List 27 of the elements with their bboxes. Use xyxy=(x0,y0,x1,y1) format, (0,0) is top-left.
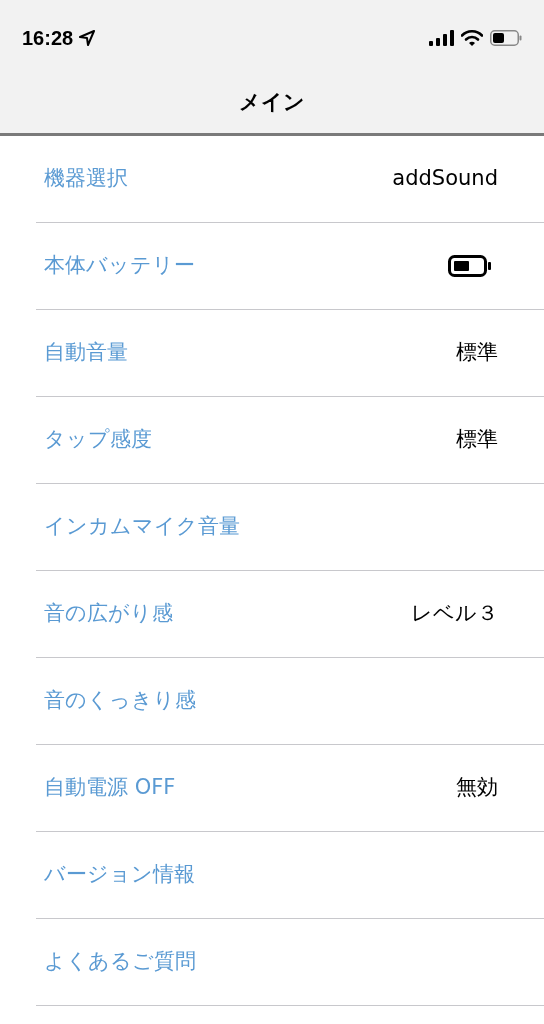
row-label: バージョン情報 xyxy=(44,861,195,889)
status-time: 16:28 xyxy=(22,26,74,51)
row-label: 音の広がり感 xyxy=(44,600,173,628)
row-label: 本体バッテリー xyxy=(44,252,195,280)
row-label: 自動電源 OFF xyxy=(44,774,176,802)
nav-title: メイン xyxy=(239,88,305,116)
row-label: よくあるご質問 xyxy=(44,948,196,976)
row-value: 標準 xyxy=(456,426,498,454)
settings-row[interactable]: タップ感度 標準 xyxy=(36,397,544,484)
row-label: インカムマイク音量 xyxy=(44,513,240,541)
row-value: レベル３ xyxy=(411,600,498,628)
row-value: addSound xyxy=(392,165,498,193)
settings-row[interactable]: 自動電源 OFF 無効 xyxy=(36,745,544,832)
location-arrow-icon xyxy=(79,30,96,46)
row-value: 無効 xyxy=(456,774,498,802)
settings-row[interactable]: 音の広がり感 レベル３ xyxy=(36,571,544,658)
row-label: 機器選択 xyxy=(44,165,128,193)
settings-row[interactable]: 機器選択 addSound xyxy=(36,136,544,223)
row-label: 自動音量 xyxy=(44,339,128,367)
wifi-icon xyxy=(461,30,483,46)
row-label: タップ感度 xyxy=(44,426,152,454)
battery-icon xyxy=(490,30,522,46)
battery-icon xyxy=(448,255,492,277)
row-value: 標準 xyxy=(456,339,498,367)
settings-row[interactable]: 自動音量 標準 xyxy=(36,310,544,397)
row-label: 音のくっきり感 xyxy=(44,687,196,715)
signal-icon xyxy=(429,30,454,46)
